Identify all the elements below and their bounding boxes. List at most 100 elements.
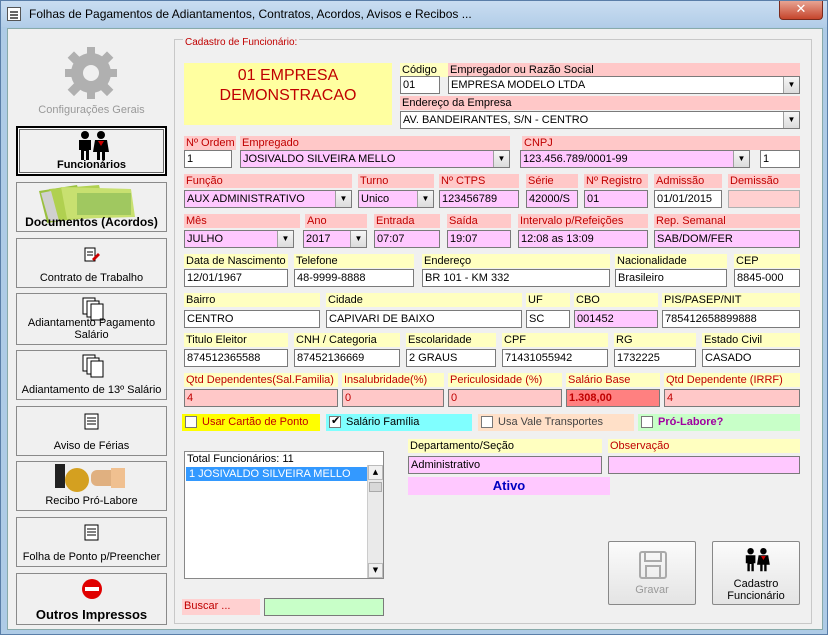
endereco-field[interactable]: BR 101 - KM 332 <box>422 269 610 287</box>
nav-folha-ponto-button[interactable]: Folha de Ponto p/Preencher <box>16 517 167 567</box>
cidade-field[interactable]: CAPIVARI DE BAIXO <box>326 310 522 328</box>
cnh-field[interactable]: 87452136669 <box>294 349 400 367</box>
cpf-field[interactable]: 71431055942 <box>502 349 608 367</box>
endereco-empresa-select[interactable]: AV. BANDEIRANTES, S/N - CENTRO ▼ <box>400 111 800 129</box>
dependentes-field[interactable]: 4 <box>184 389 338 407</box>
departamento-label: Departamento/Seção <box>408 439 602 453</box>
intervalo-field[interactable]: 12:08 as 13:09 <box>518 230 648 248</box>
ordem-field[interactable]: 1 <box>184 150 232 168</box>
nacionalidade-field[interactable]: Brasileiro <box>615 269 727 287</box>
empregador-value: EMPRESA MODELO LTDA <box>451 79 586 91</box>
scroll-down-icon[interactable]: ▼ <box>368 563 383 578</box>
rep-field[interactable]: SAB/DOM/FER <box>654 230 800 248</box>
demissao-label: Demissão <box>728 174 800 188</box>
scroll-up-icon[interactable]: ▲ <box>368 465 383 480</box>
chevron-down-icon[interactable]: ▼ <box>277 231 293 247</box>
serie-field[interactable]: 42000/S <box>526 190 578 208</box>
cnpj-select[interactable]: 123.456.789/0001-99 ▼ <box>520 150 750 168</box>
salario-familia-checkbox[interactable]: ✔ Salário Família <box>326 414 472 431</box>
estado-civil-field[interactable]: CASADO <box>702 349 800 367</box>
escolaridade-field[interactable]: 2 GRAUS <box>406 349 496 367</box>
chevron-down-icon[interactable]: ▼ <box>733 151 749 167</box>
cadastro-label-2: Funcionário <box>727 590 785 602</box>
buscar-input[interactable] <box>264 598 384 616</box>
telefone-field[interactable]: 48-9999-8888 <box>294 269 414 287</box>
nav-documentos-button[interactable]: Documentos (Acordos) <box>16 182 167 232</box>
registro-field[interactable]: 01 <box>584 190 648 208</box>
vertical-scrollbar[interactable]: ▲ ▼ <box>367 465 383 578</box>
entrada-field[interactable]: 07:07 <box>374 230 440 248</box>
telefone-label: Telefone <box>294 254 414 268</box>
funcao-select[interactable]: AUX ADMINISTRATIVO ▼ <box>184 190 352 208</box>
saida-field[interactable]: 19:07 <box>447 230 511 248</box>
pages-icon <box>82 354 104 378</box>
chevron-down-icon[interactable]: ▼ <box>417 191 433 207</box>
nav-contrato-button[interactable]: Contrato de Trabalho <box>16 238 167 288</box>
nav-decimo-button[interactable]: Adiantamento de 13º Salário <box>16 350 167 400</box>
periculosidade-field[interactable]: 0 <box>448 389 562 407</box>
mes-select[interactable]: JULHO ▼ <box>184 230 294 248</box>
bairro-field[interactable]: CENTRO <box>184 310 320 328</box>
intervalo-label: Intervalo p/Refeições <box>518 214 648 228</box>
salario-field[interactable]: 1.308,00 <box>566 389 660 407</box>
cadastro-funcionario-button[interactable]: Cadastro Funcionário <box>712 541 800 605</box>
vale-transportes-checkbox[interactable]: Usa Vale Transportes <box>478 414 634 431</box>
empregador-select[interactable]: EMPRESA MODELO LTDA ▼ <box>448 76 800 94</box>
nav-configuracoes-label: Configurações Gerais <box>38 104 145 116</box>
chevron-down-icon[interactable]: ▼ <box>783 112 799 128</box>
chevron-down-icon[interactable]: ▼ <box>350 231 366 247</box>
uf-field[interactable]: SC <box>526 310 570 328</box>
funcionarios-listbox[interactable]: Total Funcionários: 11 1 JOSIVALDO SILVE… <box>184 451 384 579</box>
admissao-field[interactable]: 01/01/2015 <box>654 190 722 208</box>
observacao-field[interactable] <box>608 456 800 474</box>
nav-outros-button[interactable]: Outros Impressos <box>16 573 167 625</box>
empregado-select[interactable]: JOSIVALDO SILVEIRA MELLO ▼ <box>240 150 510 168</box>
cbo-field[interactable]: 001452 <box>574 310 658 328</box>
checkbox-box[interactable] <box>481 416 493 428</box>
funcao-label: Função <box>184 174 352 188</box>
insalubridade-field[interactable]: 0 <box>342 389 444 407</box>
codigo-field[interactable]: 01 <box>400 76 440 94</box>
nav-funcionarios-label: Funcionários <box>56 159 127 171</box>
list-item[interactable]: 1 JOSIVALDO SILVEIRA MELLO <box>186 467 368 481</box>
checkbox-box[interactable] <box>185 416 197 428</box>
scroll-thumb[interactable] <box>369 482 382 492</box>
nascimento-label: Data de Nascimento <box>184 254 288 268</box>
turno-select[interactable]: Unico ▼ <box>358 190 434 208</box>
dep-irrf-field[interactable]: 4 <box>664 389 800 407</box>
salario-label: Salário Base <box>566 373 660 387</box>
cbo-label: CBO <box>574 293 658 307</box>
buscar-label: Buscar ... <box>182 599 260 615</box>
cep-field[interactable]: 8845-000 <box>734 269 800 287</box>
nav-aviso-label: Aviso de Férias <box>53 440 130 452</box>
status-badge: Ativo <box>408 477 610 495</box>
titulo-field[interactable]: 874512365588 <box>184 349 288 367</box>
demissao-field[interactable] <box>728 190 800 208</box>
nav-configuracoes-button[interactable]: Configurações Gerais <box>16 39 167 119</box>
title-bar[interactable]: Folhas de Pagamentos de Adiantamentos, C… <box>1 1 827 27</box>
cartao-ponto-label: Usar Cartão de Ponto <box>202 416 309 428</box>
rg-field[interactable]: 1732225 <box>614 349 696 367</box>
pis-field[interactable]: 785412658899888 <box>662 310 800 328</box>
close-button[interactable]: ✕ <box>779 1 823 20</box>
nav-recibo-button[interactable]: Recibo Pró-Labore <box>16 461 167 511</box>
ctps-field[interactable]: 123456789 <box>439 190 519 208</box>
nascimento-field[interactable]: 12/01/1967 <box>184 269 288 287</box>
cnpj-extra-field[interactable]: 1 <box>760 150 800 168</box>
cartao-ponto-checkbox[interactable]: Usar Cartão de Ponto <box>182 414 320 431</box>
checkbox-box[interactable] <box>641 416 653 428</box>
group-title: Cadastro de Funcionário: <box>183 37 300 48</box>
titulo-label: Titulo Eleitor <box>184 333 288 347</box>
chevron-down-icon[interactable]: ▼ <box>493 151 509 167</box>
chevron-down-icon[interactable]: ▼ <box>335 191 351 207</box>
nav-adiantamento-button[interactable]: Adiantamento Pagamento Salário <box>16 293 167 345</box>
ano-select[interactable]: 2017 ▼ <box>303 230 367 248</box>
chevron-down-icon[interactable]: ▼ <box>783 77 799 93</box>
nacionalidade-label: Nacionalidade <box>615 254 727 268</box>
gravar-button[interactable]: Gravar <box>608 541 696 605</box>
nav-funcionarios-button[interactable]: Funcionários <box>16 126 167 176</box>
window-title: Folhas de Pagamentos de Adiantamentos, C… <box>29 7 472 21</box>
nav-aviso-button[interactable]: Aviso de Férias <box>16 406 167 456</box>
pro-labore-checkbox[interactable]: Pró-Labore? <box>638 414 800 431</box>
departamento-field[interactable]: Administrativo <box>408 456 602 474</box>
